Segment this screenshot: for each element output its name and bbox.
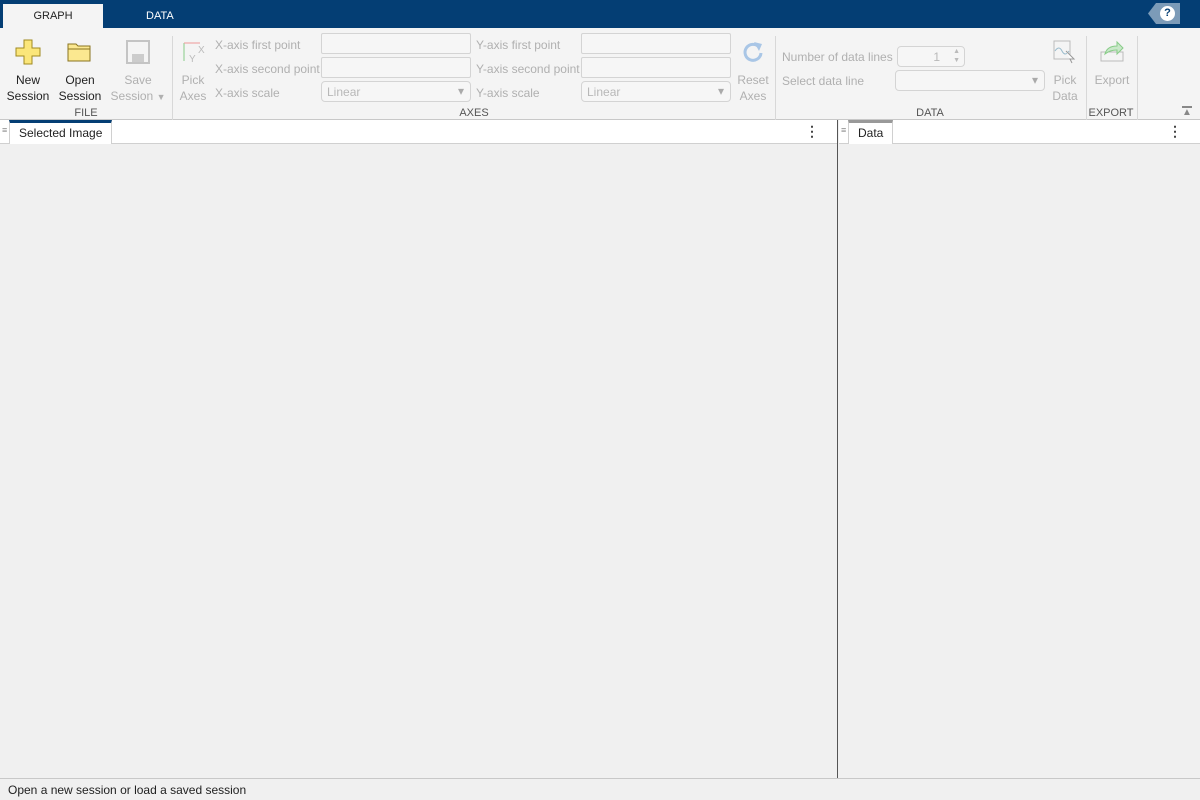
export-button[interactable]: Export xyxy=(1092,36,1132,88)
tab-graph-importer[interactable]: GRAPH IMPORTER xyxy=(3,4,103,46)
folder-icon xyxy=(57,36,103,68)
x-scale-dropdown[interactable]: Linear xyxy=(321,81,471,102)
drag-grip-icon[interactable]: ≡ xyxy=(2,125,7,135)
question-mark-icon: ? xyxy=(1160,6,1175,21)
label: Data xyxy=(1052,89,1078,103)
selected-image-panel: ≡ Selected Image ⋮ xyxy=(0,120,838,778)
label: Axes xyxy=(179,89,207,103)
svg-text:X: X xyxy=(198,45,205,56)
y-second-input[interactable] xyxy=(581,57,731,78)
reset-axes-button[interactable]: Reset Axes xyxy=(736,36,770,104)
y-second-label: Y-axis second point xyxy=(476,62,580,76)
tab-selected-image[interactable]: Selected Image xyxy=(9,120,113,144)
label: Save xyxy=(124,73,152,87)
status-bar: Open a new session or load a saved sessi… xyxy=(0,778,1200,800)
tab-data-panel[interactable]: Data xyxy=(848,120,894,144)
x-first-input[interactable] xyxy=(321,33,471,54)
pick-data-icon xyxy=(1050,36,1080,68)
label: Session xyxy=(58,89,102,103)
label: Open xyxy=(65,73,95,87)
num-lines-label: Number of data lines xyxy=(782,50,893,64)
toolstrip: New Session Open Session Save Session ▼ FIL… xyxy=(0,28,1200,120)
refresh-icon xyxy=(736,36,770,68)
label: Pick xyxy=(1053,73,1077,87)
select-line-label: Select data line xyxy=(782,74,865,88)
pick-axes-button[interactable]: XY Pick Axes xyxy=(178,36,208,104)
panel-tab-bar: ≡ Data ⋮ xyxy=(839,120,1200,144)
data-panel: ≡ Data ⋮ xyxy=(839,120,1200,778)
open-session-button[interactable]: Open Session xyxy=(57,36,103,104)
collapse-ribbon-icon[interactable]: ▲ xyxy=(1182,106,1192,118)
help-button[interactable]: ? xyxy=(1148,3,1180,24)
label: Axes xyxy=(739,89,767,103)
y-scale-label: Y-axis scale xyxy=(476,86,540,100)
x-first-label: X-axis first point xyxy=(215,38,301,52)
svg-text:Y: Y xyxy=(189,54,196,65)
floppy-disk-icon xyxy=(110,36,166,68)
export-section-label: EXPORT xyxy=(1088,107,1134,119)
y-scale-dropdown[interactable]: Linear xyxy=(581,81,731,102)
axes-section-label: AXES xyxy=(459,107,489,119)
export-icon xyxy=(1092,36,1132,68)
spinner-arrows-icon[interactable]: ▲ ▼ xyxy=(953,47,960,65)
save-session-button[interactable]: Save Session ▼ xyxy=(110,36,166,105)
drag-grip-icon[interactable]: ≡ xyxy=(841,125,846,135)
x-second-label: X-axis second point xyxy=(215,62,320,76)
pick-data-button[interactable]: Pick Data xyxy=(1050,36,1080,104)
x-scale-label: X-axis scale xyxy=(215,86,280,100)
label: New xyxy=(15,73,40,87)
new-session-button[interactable]: New Session xyxy=(6,36,50,104)
chevron-down-icon: ▼ xyxy=(156,92,166,102)
y-first-input[interactable] xyxy=(581,33,731,54)
more-options-icon[interactable]: ⋮ xyxy=(805,123,819,140)
y-scale-value: Linear xyxy=(587,85,621,99)
label: Session xyxy=(110,89,154,103)
panel-tab-bar: ≡ Selected Image ⋮ xyxy=(0,120,837,144)
tab-bar: GRAPH IMPORTER DATA ? xyxy=(0,0,1200,46)
label: Export xyxy=(1094,73,1130,87)
more-options-icon[interactable]: ⋮ xyxy=(1168,123,1182,140)
label: Reset xyxy=(737,73,769,87)
y-first-label: Y-axis first point xyxy=(476,38,561,52)
label: Pick xyxy=(181,73,205,87)
plus-icon xyxy=(6,36,50,68)
select-line-dropdown[interactable] xyxy=(895,70,1045,91)
num-lines-spinner[interactable]: 1 ▲ ▼ xyxy=(897,46,965,67)
num-lines-value: 1 xyxy=(933,50,940,64)
label: Session xyxy=(6,89,50,103)
file-section-label: FILE xyxy=(74,107,98,119)
x-scale-value: Linear xyxy=(327,85,361,99)
data-section-label: DATA xyxy=(916,107,944,119)
pick-axes-icon: XY xyxy=(178,36,208,68)
x-second-input[interactable] xyxy=(321,57,471,78)
tab-data[interactable]: DATA xyxy=(140,4,180,28)
